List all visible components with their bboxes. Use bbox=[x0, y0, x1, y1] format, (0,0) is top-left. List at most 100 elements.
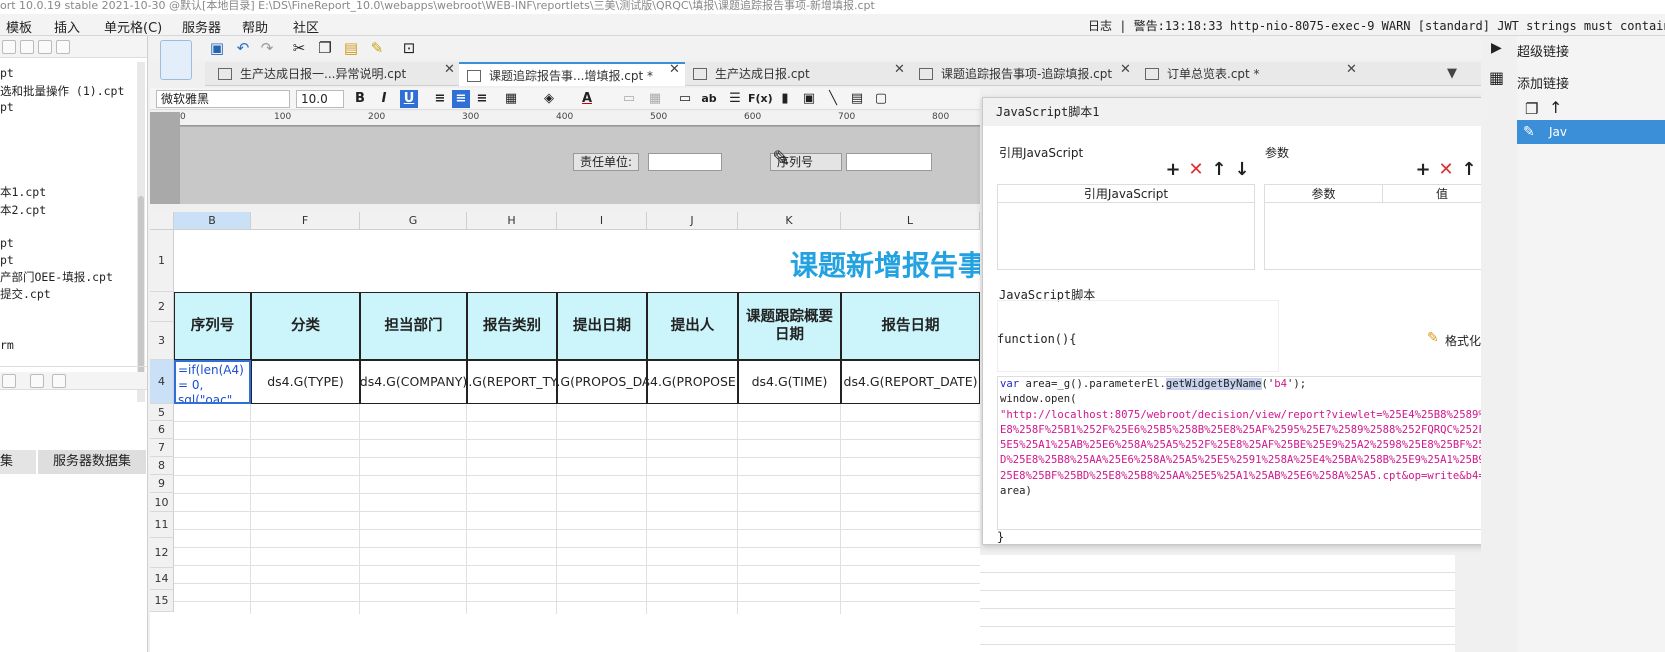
merge-cell-icon[interactable]: ▭ bbox=[620, 90, 638, 108]
select-all-corner[interactable] bbox=[150, 212, 174, 230]
javascript-link-item[interactable]: ✎ Jav bbox=[1517, 120, 1665, 144]
dataset-edit-icon[interactable] bbox=[30, 374, 44, 388]
add-param-icon[interactable]: + bbox=[1415, 161, 1431, 179]
paste-icon[interactable]: ▤ bbox=[342, 39, 360, 57]
header-cell-report-date[interactable]: 报告日期 bbox=[841, 292, 980, 360]
row-header[interactable]: 11 bbox=[150, 512, 174, 538]
selected-formula-cell[interactable]: =if(len(A4) = 0, sql("oac", "SELECT bbox=[174, 360, 251, 404]
log-status[interactable]: 日志 | 警告:13:18:33 http-nio-8075-exec-9 WA… bbox=[1088, 17, 1665, 34]
column-header[interactable]: I bbox=[557, 212, 647, 230]
menu-template[interactable]: 模板 bbox=[6, 17, 32, 36]
column-header[interactable]: H bbox=[467, 212, 557, 230]
menu-cell[interactable]: 单元格(C) bbox=[104, 17, 162, 36]
column-header[interactable]: B bbox=[174, 212, 251, 230]
delete-icon[interactable] bbox=[38, 40, 52, 54]
file-item[interactable]: pt bbox=[0, 100, 14, 114]
dataset-preview-icon[interactable] bbox=[52, 374, 66, 388]
column-header[interactable]: K bbox=[738, 212, 841, 230]
menu-community[interactable]: 社区 bbox=[293, 17, 319, 36]
row-header[interactable]: 2 bbox=[150, 292, 174, 322]
tab-template-active[interactable]: 课题追踪报告事...增填报.cpt * bbox=[459, 62, 685, 86]
widget-icon[interactable]: ▢ bbox=[872, 90, 890, 108]
unmerge-cell-icon[interactable]: ▦ bbox=[646, 90, 664, 108]
dataset-add-icon[interactable] bbox=[2, 374, 16, 388]
file-item[interactable]: rm bbox=[0, 338, 14, 352]
data-cell[interactable]: ds4.G(PROPOS_DATE) bbox=[557, 360, 647, 404]
bold-button[interactable]: B bbox=[351, 90, 369, 108]
tab-template[interactable]: 生产达成日报一...异常说明.cpt bbox=[210, 62, 460, 86]
tab-template[interactable]: 生产达成日报.cpt bbox=[685, 62, 913, 86]
tab-server-dataset[interactable]: 服务器数据集 bbox=[38, 450, 146, 474]
italic-button[interactable]: I bbox=[375, 90, 393, 108]
menu-help[interactable]: 帮助 bbox=[242, 17, 268, 36]
formula-icon[interactable]: F(x) bbox=[748, 90, 773, 108]
fill-color-icon[interactable]: ◈ bbox=[540, 90, 558, 108]
header-cell-propose-date[interactable]: 提出日期 bbox=[557, 292, 647, 360]
data-cell[interactable]: ds4.G(PROPOSER) bbox=[647, 360, 738, 404]
template-type-icon[interactable] bbox=[160, 40, 192, 80]
column-header[interactable]: L bbox=[841, 212, 980, 230]
row-header[interactable]: 5 bbox=[150, 404, 174, 421]
spreadsheet[interactable]: B F G H I J K L 1 2 3 4 5 6 7 8 9 10 11 … bbox=[150, 212, 980, 652]
ref-js-table[interactable]: 引用JavaScript bbox=[997, 184, 1255, 270]
copy-icon[interactable]: ❐ bbox=[1525, 100, 1538, 118]
text-cell-icon[interactable]: ▭ bbox=[676, 90, 694, 108]
close-icon[interactable]: ✕ bbox=[444, 62, 455, 77]
column-header[interactable]: F bbox=[251, 212, 360, 230]
header-cell-serial[interactable]: 序列号 bbox=[174, 292, 251, 360]
file-item[interactable]: 选和批量操作 (1).cpt bbox=[0, 83, 124, 99]
header-cell-dept[interactable]: 担当部门 bbox=[360, 292, 467, 360]
copy-icon[interactable]: ❐ bbox=[316, 39, 334, 57]
move-up-ref-icon[interactable]: ↑ bbox=[1211, 161, 1227, 179]
collapse-icon[interactable]: ▶ bbox=[1491, 40, 1502, 56]
tab-template[interactable]: 订单总览表.cpt * bbox=[1137, 62, 1363, 86]
open-icon[interactable] bbox=[2, 40, 16, 54]
report-title[interactable]: 课题新增报告事 bbox=[790, 244, 980, 284]
column-header[interactable]: J bbox=[647, 212, 738, 230]
empty-grid[interactable] bbox=[174, 404, 980, 614]
row-header[interactable]: 3 bbox=[150, 322, 174, 360]
row-header[interactable]: 8 bbox=[150, 457, 174, 475]
align-right-icon[interactable]: ≡ bbox=[473, 90, 491, 108]
slash-icon[interactable]: ╲ bbox=[824, 90, 842, 108]
spreadsheet-extension[interactable] bbox=[980, 555, 1455, 652]
data-cell[interactable]: ds4.G(REPORT_TYPE) bbox=[467, 360, 557, 404]
row-header[interactable]: 15 bbox=[150, 590, 174, 612]
menu-server[interactable]: 服务器 bbox=[182, 17, 221, 36]
row-header[interactable]: 9 bbox=[150, 475, 174, 493]
tab-list-icon[interactable]: ▼ bbox=[1447, 66, 1457, 81]
code-editor[interactable]: var area=_g().parameterEl.getWidgetByNam… bbox=[997, 376, 1503, 530]
file-item[interactable]: 本2.cpt bbox=[0, 202, 46, 218]
params-table[interactable]: 参数 值 bbox=[1264, 184, 1502, 270]
subreport-icon[interactable]: ▤ bbox=[848, 90, 866, 108]
row-header[interactable]: 1 bbox=[150, 230, 174, 292]
data-cell[interactable]: ds4.G(TYPE) bbox=[251, 360, 360, 404]
close-icon[interactable]: ✕ bbox=[1346, 62, 1357, 77]
file-item[interactable]: pt bbox=[0, 236, 14, 250]
close-icon[interactable]: ✕ bbox=[1120, 62, 1131, 77]
move-down-ref-icon[interactable]: ↓ bbox=[1234, 161, 1250, 179]
menu-insert[interactable]: 插入 bbox=[54, 17, 80, 36]
move-up-icon[interactable]: ↑ bbox=[1549, 98, 1562, 117]
delete-ref-icon[interactable]: ✕ bbox=[1188, 161, 1204, 179]
file-item[interactable]: 提交.cpt bbox=[0, 286, 51, 302]
paragraph-icon[interactable]: ☰ bbox=[726, 90, 744, 108]
data-cell[interactable]: ds4.G(TIME) bbox=[738, 360, 841, 404]
move-up-param-icon[interactable]: ↑ bbox=[1461, 161, 1477, 179]
close-icon[interactable]: ✕ bbox=[894, 62, 905, 77]
border-icon[interactable]: ▦ bbox=[502, 90, 520, 108]
cut-icon[interactable]: ✂ bbox=[290, 39, 308, 57]
redo-icon[interactable]: ↷ bbox=[258, 39, 276, 57]
font-color-icon[interactable]: A bbox=[578, 90, 596, 108]
header-cell-type[interactable]: 分类 bbox=[251, 292, 360, 360]
delete-param-icon[interactable]: ✕ bbox=[1438, 161, 1454, 179]
font-family-select[interactable]: 微软雅黑 bbox=[156, 90, 290, 108]
format-painter-icon[interactable]: ✎ bbox=[368, 39, 386, 57]
row-header[interactable]: 10 bbox=[150, 493, 174, 512]
align-left-icon[interactable]: ≡ bbox=[431, 90, 449, 108]
font-size-select[interactable]: 10.0 bbox=[296, 90, 344, 108]
column-header[interactable]: G bbox=[360, 212, 467, 230]
file-item[interactable]: pt bbox=[0, 66, 14, 80]
align-center-icon[interactable]: ≡ bbox=[452, 90, 470, 108]
serial-input[interactable] bbox=[846, 153, 932, 171]
